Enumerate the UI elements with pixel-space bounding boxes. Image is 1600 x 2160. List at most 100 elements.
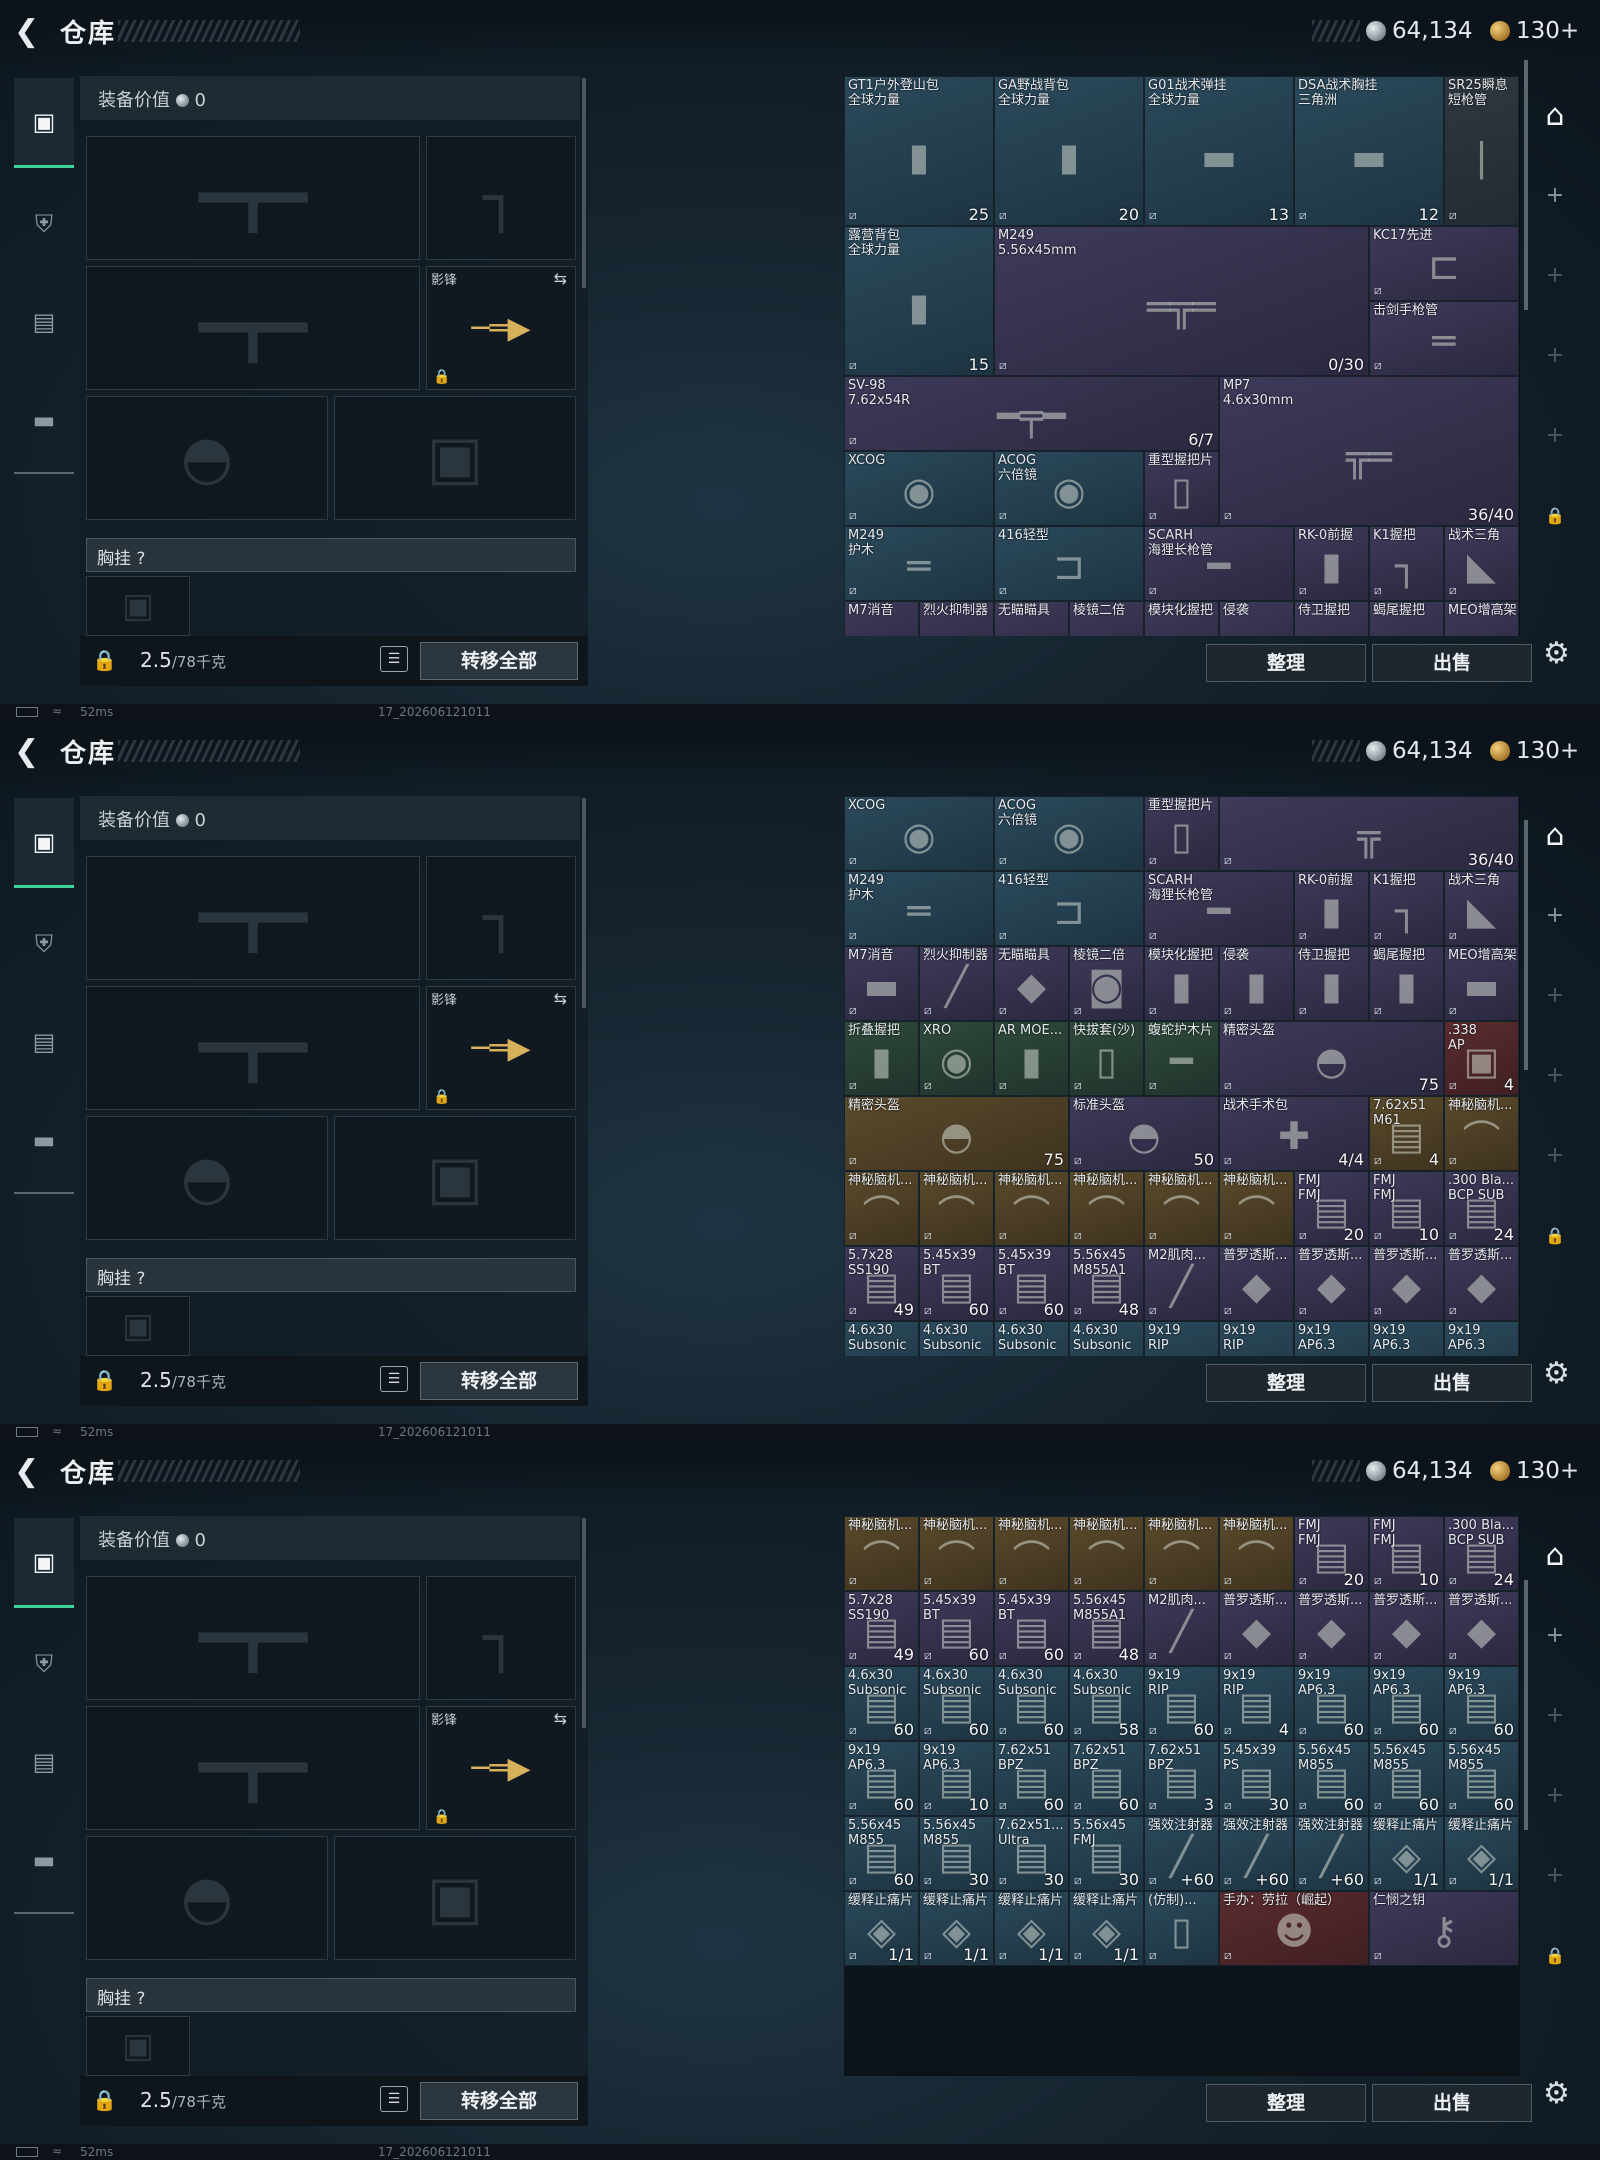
stash-item[interactable]: ◣ 战术三角 ⧄ [1444, 871, 1519, 946]
stash-item[interactable]: ▮ 侵袭 ⧄ [1219, 946, 1294, 1021]
stash-item[interactable]: ▤ FMJ FMJ ⧄ 20 [1294, 1171, 1369, 1246]
stash-item[interactable]: ▤ 9x19 AP6.3 ⧄ 10 [919, 1741, 994, 1816]
stash-item[interactable]: ⌒ 神秘脑机... ⧄ [1219, 1516, 1294, 1591]
tab-rig[interactable]: ▤ [20, 1738, 68, 1786]
stash-item[interactable]: ◉ XRO ⧄ [919, 1021, 994, 1096]
help-icon[interactable]: ? [136, 1269, 145, 1289]
stash-item[interactable]: ◈ 缓释止痛片 ⧄ 1/1 [1369, 1816, 1444, 1891]
stash-item[interactable]: ⚷ 仁悯之钥 ⧄ [1369, 1891, 1519, 1966]
tab-case[interactable]: ▬ [20, 396, 68, 444]
add-stash-icon[interactable]: + [1530, 1770, 1580, 1820]
stash-item[interactable]: ▬ MEO增高架 ⧄ [1444, 946, 1519, 1021]
stash-item[interactable]: ═ 击剑手枪管 ⧄ [1369, 301, 1519, 376]
stash-item[interactable]: 烈火抑制器⧄ [919, 601, 994, 636]
stash-item[interactable]: ◈ 缓释止痛片 ⧄ 1/1 [1069, 1891, 1144, 1966]
transfer-all-button[interactable]: 转移全部 [420, 642, 578, 680]
stash-item[interactable]: ◉ ACOG 六倍镜 ⧄ [994, 796, 1144, 871]
stash-item[interactable]: ▤ FMJ FMJ ⧄ 20 [1294, 1516, 1369, 1591]
equipment-scrollbar[interactable] [582, 78, 586, 288]
tab-armor[interactable]: ⛨ [20, 920, 68, 968]
add-stash-icon[interactable]: + [1530, 890, 1580, 940]
sort-button[interactable]: 整理 [1206, 1364, 1366, 1402]
stash-item[interactable]: ▮ AR MOE... ⧄ [994, 1021, 1069, 1096]
stash-item[interactable]: 棱镜二倍⧄ [1069, 601, 1144, 636]
primary-weapon-slot[interactable]: ━┳━ [86, 856, 420, 980]
back-icon[interactable]: ❮ [14, 14, 50, 50]
secondary-weapon-slot[interactable]: ━┳━ [86, 986, 420, 1110]
stash-item[interactable]: ▤ 5.45x39 BT ⧄ 60 [919, 1591, 994, 1666]
stash-item[interactable]: ⌒ 神秘脑机... ⧄ [994, 1171, 1069, 1246]
stash-item[interactable]: ◓ 精密头盔 ⧄ 75 [844, 1096, 1069, 1171]
stash-item[interactable]: MEO增高架⧄ [1444, 601, 1519, 636]
tab-case[interactable]: ▬ [20, 1116, 68, 1164]
add-stash-icon[interactable]: + [1530, 410, 1580, 460]
back-icon[interactable]: ❮ [14, 734, 50, 770]
stash-item[interactable]: 侍卫握把⧄ [1294, 601, 1369, 636]
stash-item[interactable]: ▮ 折叠握把 ⧄ [844, 1021, 919, 1096]
stash-item[interactable]: | SR25瞬息 短枪管 ⧄ [1444, 76, 1519, 226]
stash-item[interactable]: ▮ RK-0前握 ⧄ [1294, 526, 1369, 601]
stash-item[interactable]: ⌒ 神秘脑机... ⧄ [1144, 1171, 1219, 1246]
stash-item[interactable]: ╱ 强效注射器 ⧄ +60 [1144, 1816, 1219, 1891]
stash-item[interactable]: ◆ 无瞄瞄具 ⧄ [994, 946, 1069, 1021]
equipment-scrollbar[interactable] [582, 798, 586, 1008]
stash-item[interactable]: ◣ 战术三角 ⧄ [1444, 526, 1519, 601]
stash-item[interactable]: ▤ 7.62x51 BPZ ⧄ 60 [994, 1741, 1069, 1816]
tab-case[interactable]: ▬ [20, 1836, 68, 1884]
stash-item[interactable]: ═ M249 护木 ⧄ [844, 871, 994, 946]
pistol-slot[interactable]: ┐ [426, 1576, 576, 1700]
tab-armor[interactable]: ⛨ [20, 200, 68, 248]
melee-slot[interactable]: 影锋 ⇆ ─═▶ 🔒 [426, 1706, 576, 1830]
stash-item[interactable]: ▤ 5.45x39 BT ⧄ 60 [919, 1246, 994, 1321]
stash-item[interactable]: ▤ .300 Bla... BCP SUB ⧄ 24 [1444, 1516, 1519, 1591]
stash-item[interactable]: ▤ 9x19 RIP ⧄ 4 [1219, 1666, 1294, 1741]
transfer-all-button[interactable]: 转移全部 [420, 1362, 578, 1400]
settings-gear-icon[interactable]: ⚙ [1543, 2076, 1570, 2111]
stash-item[interactable]: 4.6x30 Subsonic⧄ [919, 1321, 994, 1356]
stash-item[interactable]: ▤ 7.62x51 BPZ ⧄ 3 [1144, 1741, 1219, 1816]
stash-item[interactable]: ▤ 9x19 RIP ⧄ 60 [1144, 1666, 1219, 1741]
stash-item[interactable]: ═ M249 护木 ⧄ [844, 526, 994, 601]
sort-button[interactable]: 整理 [1206, 644, 1366, 682]
stash-item[interactable]: ▤ 5.45x39 PS ⧄ 30 [1219, 1741, 1294, 1816]
helmet-slot[interactable]: ◓ [86, 1836, 328, 1960]
helmet-slot[interactable]: ◓ [86, 1116, 328, 1240]
chest-rig-slot[interactable]: ▣ [86, 576, 190, 636]
stash-item[interactable]: M7消音⧄ [844, 601, 919, 636]
stash-item[interactable]: ⌒ 神秘脑机... ⧄ [844, 1171, 919, 1246]
melee-slot[interactable]: 影锋 ⇆ ─═▶ 🔒 [426, 986, 576, 1110]
gold-currency[interactable]: 130+ [1490, 14, 1579, 48]
gold-currency[interactable]: 130+ [1490, 1454, 1579, 1488]
add-stash-icon[interactable]: + [1530, 250, 1580, 300]
stash-item[interactable]: ◉ ACOG 六倍镜 ⧄ [994, 451, 1144, 526]
stash-item[interactable]: ◓ 精密头盔 ⧄ 75 [1219, 1021, 1444, 1096]
stash-item[interactable]: ┐ K1握把 ⧄ [1369, 526, 1444, 601]
stash-item[interactable]: ╱ 烈火抑制器 ⧄ [919, 946, 994, 1021]
stash-scrollbar[interactable] [1524, 820, 1528, 1070]
stash-item[interactable]: ▮ 侍卫握把 ⧄ [1294, 946, 1369, 1021]
stash-item[interactable]: 9x19 RIP⧄ [1144, 1321, 1219, 1356]
stash-item[interactable]: ⌒ 神秘脑机... ⧄ [1069, 1516, 1144, 1591]
stash-item[interactable]: ▤ 9x19 AP6.3 ⧄ 60 [1369, 1666, 1444, 1741]
stash-item[interactable]: ▤ 4.6x30 Subsonic ⧄ 60 [844, 1666, 919, 1741]
stash-item[interactable]: ▬ DSA战术胸挂 三角洲 ⧄ 12 [1294, 76, 1444, 226]
add-stash-icon[interactable]: + [1530, 1130, 1580, 1180]
secondary-weapon-slot[interactable]: ━┳━ [86, 1706, 420, 1830]
tab-rig[interactable]: ▤ [20, 1018, 68, 1066]
stash-item[interactable]: ▤ .300 Bla... BCP SUB ⧄ 24 [1444, 1171, 1519, 1246]
stash-item[interactable]: 蝎尾握把⧄ [1369, 601, 1444, 636]
stash-item[interactable]: ▤ 9x19 AP6.3 ⧄ 60 [844, 1741, 919, 1816]
stash-item[interactable]: ▯ 快拔套(沙) ⧄ [1069, 1021, 1144, 1096]
stash-item[interactable]: ▮ RK-0前握 ⧄ [1294, 871, 1369, 946]
sell-button[interactable]: 出售 [1372, 2084, 1532, 2122]
stash-item[interactable]: ⌒ 神秘脑机... ⧄ [1144, 1516, 1219, 1591]
stash-item[interactable]: ═╦═ M249 5.56x45mm ⧄ 0/30 [994, 226, 1369, 376]
tab-weapons[interactable]: ▣ [14, 1518, 74, 1608]
sell-button[interactable]: 出售 [1372, 644, 1532, 682]
stash-item[interactable]: ⌒ 神秘脑机... ⧄ [1219, 1171, 1294, 1246]
stash-item[interactable]: ▤ 5.56x45 M855 ⧄ 30 [919, 1816, 994, 1891]
stash-item[interactable]: ◉ XCOG ⧄ [844, 796, 994, 871]
add-stash-icon[interactable]: + [1530, 170, 1580, 220]
stash-item[interactable]: ▤ 5.45x39 BT ⧄ 60 [994, 1246, 1069, 1321]
stash-item[interactable]: 9x19 AP6.3⧄ [1294, 1321, 1369, 1356]
